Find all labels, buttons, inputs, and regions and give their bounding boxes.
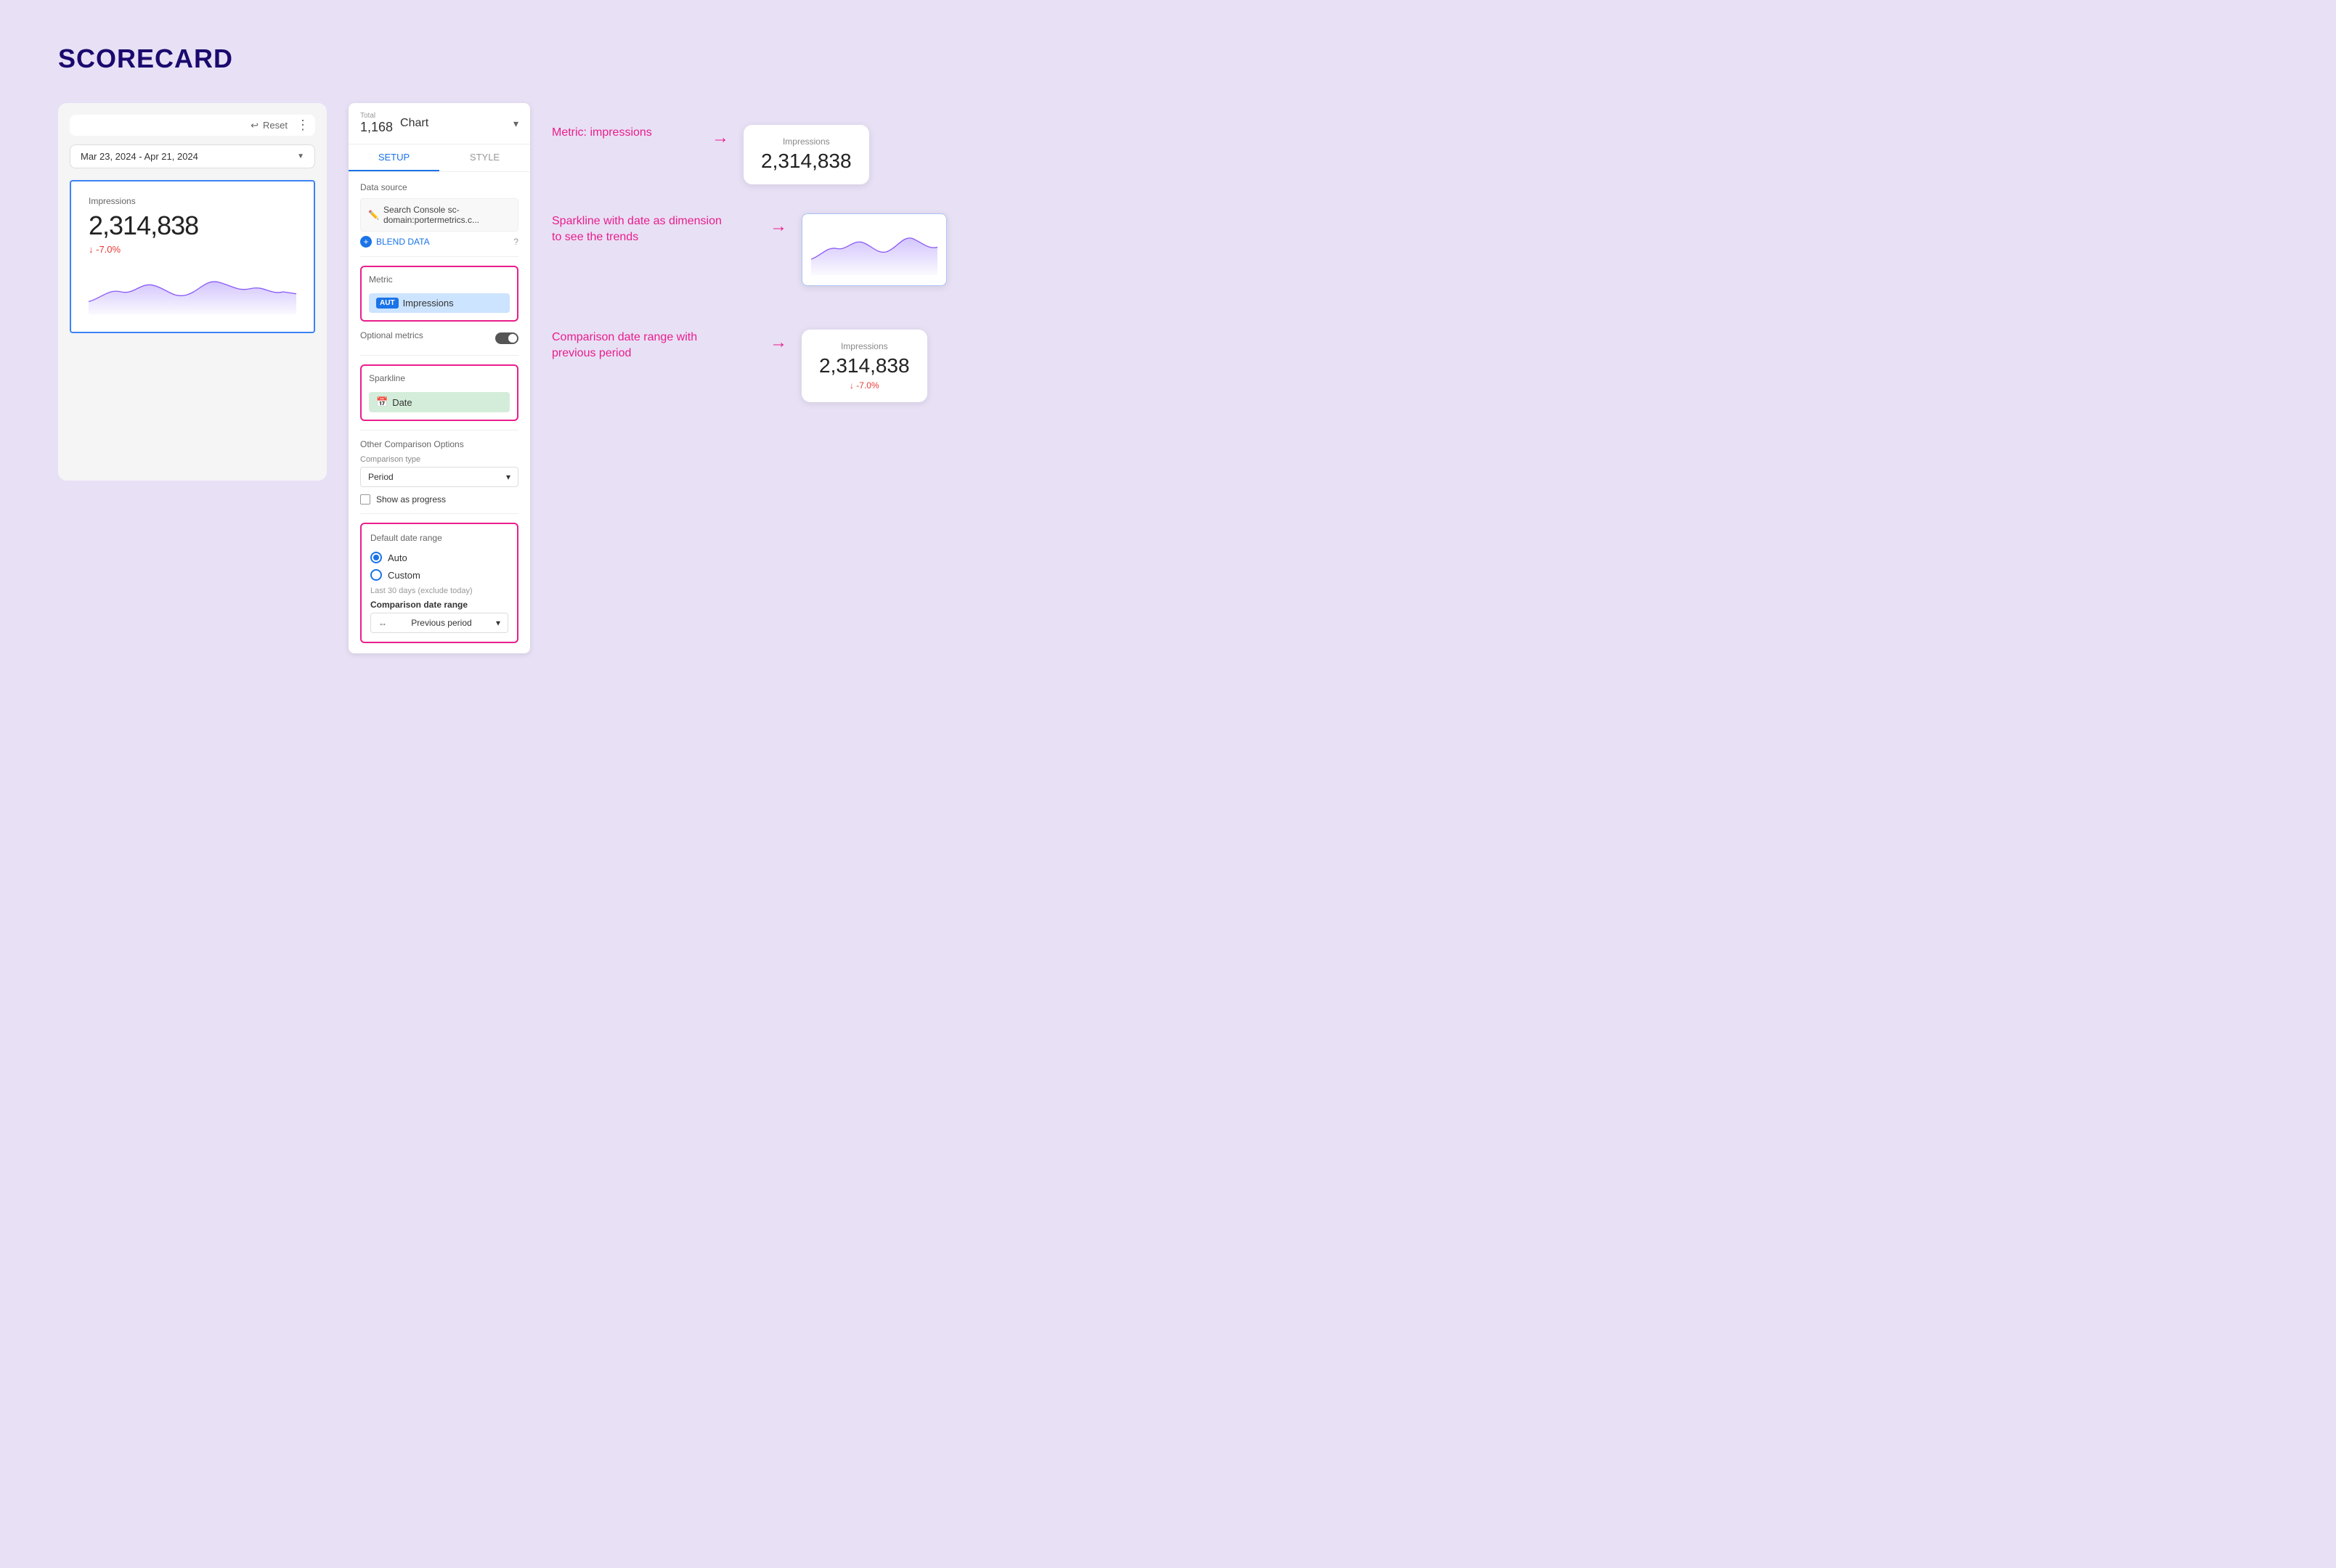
total-value: 1,168: [360, 120, 393, 134]
annotation-metric: Metric: impressions → Impressions 2,314,…: [552, 125, 2278, 184]
divider-4: [360, 513, 518, 514]
custom-radio-row: Custom: [370, 569, 508, 581]
auto-radio-row: Auto: [370, 552, 508, 563]
comparison-section: Other Comparison Options Comparison type…: [360, 439, 518, 505]
reset-icon: ↩: [251, 120, 259, 131]
preview-toolbar: ↩ Reset ⋮: [70, 115, 315, 136]
tab-style[interactable]: STYLE: [439, 144, 530, 171]
optional-metrics-toggle[interactable]: [495, 332, 518, 344]
auto-label: Auto: [388, 552, 407, 563]
widget-label: Impressions: [89, 196, 296, 206]
chart-title: Chart: [400, 117, 506, 130]
custom-radio[interactable]: [370, 569, 382, 581]
annotation-comparison-arrow-icon: →: [770, 332, 787, 353]
settings-panel: Total 1,168 Chart ▾ SETUP STYLE Data sou…: [349, 103, 530, 653]
plus-icon: +: [360, 236, 372, 248]
calendar-icon: 📅: [376, 396, 388, 408]
widget-change: ↓ -7.0%: [89, 244, 296, 255]
annotations-panel: Metric: impressions → Impressions 2,314,…: [552, 103, 2278, 402]
prev-period-arrow-icon: ▾: [496, 618, 500, 628]
panel-body: Data source ✏️ Search Console sc-domain:…: [349, 172, 530, 653]
show-as-progress-label: Show as progress: [376, 494, 446, 505]
metric-box: Metric AUT Impressions: [360, 266, 518, 322]
annotation-metric-text: Metric: impressions: [552, 125, 697, 141]
date-picker[interactable]: Mar 23, 2024 - Apr 21, 2024 ▼: [70, 144, 315, 168]
chart-header: Total 1,168 Chart ▾: [349, 103, 530, 144]
blend-data-row[interactable]: + BLEND DATA ?: [360, 236, 518, 248]
show-as-progress-checkbox[interactable]: [360, 494, 370, 505]
date-range-section-label: Default date range: [370, 533, 508, 543]
ann-comp-widget-value: 2,314,838: [819, 354, 910, 377]
comparison-type-row: Comparison type Period ▾: [360, 455, 518, 487]
blend-data-label: BLEND DATA: [376, 237, 430, 247]
divider-2: [360, 355, 518, 356]
data-source-text: Search Console sc-domain:portermetrics.c…: [383, 205, 510, 225]
scorecard-widget: Impressions 2,314,838 ↓ -7.0%: [70, 180, 315, 333]
comparison-type-select[interactable]: Period ▾: [360, 467, 518, 487]
preview-panel: ↩ Reset ⋮ Mar 23, 2024 - Apr 21, 2024 ▼ …: [58, 103, 327, 481]
date-label: Date: [392, 397, 412, 408]
ann-comp-widget-change: ↓ -7.0%: [819, 380, 910, 391]
reset-button[interactable]: ↩ Reset: [251, 120, 288, 131]
annotation-metric-arrow-icon: →: [712, 128, 729, 148]
annotation-comparison-text: Comparison date range withprevious perio…: [552, 330, 755, 362]
date-chip[interactable]: 📅 Date: [369, 392, 510, 412]
sparkline-chart: [89, 266, 296, 317]
prev-period-row[interactable]: ↔ Previous period ▾: [370, 613, 508, 633]
date-range-value: Mar 23, 2024 - Apr 21, 2024: [81, 151, 198, 162]
prev-period-icon: ↔: [378, 618, 387, 628]
sparkline-label: Sparkline: [369, 373, 510, 383]
prev-period-label: Previous period: [411, 618, 471, 628]
ann-comp-widget-label: Impressions: [819, 341, 910, 351]
annotation-comparison: Comparison date range withprevious perio…: [552, 330, 2278, 402]
tabs-row: SETUP STYLE: [349, 144, 530, 172]
range-hint: Last 30 days (exclude today): [370, 587, 508, 595]
aut-badge: AUT: [376, 298, 399, 309]
data-source-label: Data source: [360, 182, 518, 192]
custom-label: Custom: [388, 570, 420, 581]
metric-chip[interactable]: AUT Impressions: [369, 293, 510, 313]
metric-section-label: Metric: [369, 274, 510, 285]
annotation-sparkline-arrow-icon: →: [770, 216, 787, 237]
help-icon[interactable]: ?: [513, 237, 518, 247]
total-label: Total: [360, 112, 393, 120]
optional-metrics-label: Optional metrics: [360, 330, 423, 340]
annotation-sparkline: Sparkline with date as dimensionto see t…: [552, 213, 2278, 286]
show-as-progress-row: Show as progress: [360, 494, 518, 505]
date-range-box: Default date range Auto Custom Last 30 d…: [360, 523, 518, 643]
ann-widget-impressions-label: Impressions: [761, 136, 852, 147]
comparison-type-value: Period: [368, 472, 394, 482]
sparkline-annotation-widget: [802, 213, 947, 286]
data-source-row: ✏️ Search Console sc-domain:portermetric…: [360, 198, 518, 232]
sparkline-box: Sparkline 📅 Date: [360, 364, 518, 421]
optional-metrics-row: Optional metrics: [360, 330, 518, 346]
comparison-type-label: Comparison type: [360, 455, 518, 464]
date-picker-arrow-icon: ▼: [297, 152, 304, 160]
pencil-icon: ✏️: [368, 210, 379, 220]
auto-radio[interactable]: [370, 552, 382, 563]
page-title: SCORECARD: [58, 44, 2278, 74]
annotation-sparkline-text: Sparkline with date as dimensionto see t…: [552, 213, 755, 246]
comparison-section-label: Other Comparison Options: [360, 439, 518, 449]
chart-dropdown-icon[interactable]: ▾: [513, 118, 518, 130]
comparison-type-arrow-icon: ▾: [506, 472, 510, 482]
widget-value: 2,314,838: [89, 211, 296, 241]
ann-widget-impressions-value: 2,314,838: [761, 150, 852, 173]
more-options-button[interactable]: ⋮: [296, 118, 309, 133]
comparison-range-label: Comparison date range: [370, 600, 508, 610]
metric-name: Impressions: [403, 298, 454, 309]
metric-annotation-widget: Impressions 2,314,838: [744, 125, 869, 184]
comparison-annotation-widget: Impressions 2,314,838 ↓ -7.0%: [802, 330, 927, 402]
tab-setup[interactable]: SETUP: [349, 144, 439, 171]
divider-1: [360, 256, 518, 257]
